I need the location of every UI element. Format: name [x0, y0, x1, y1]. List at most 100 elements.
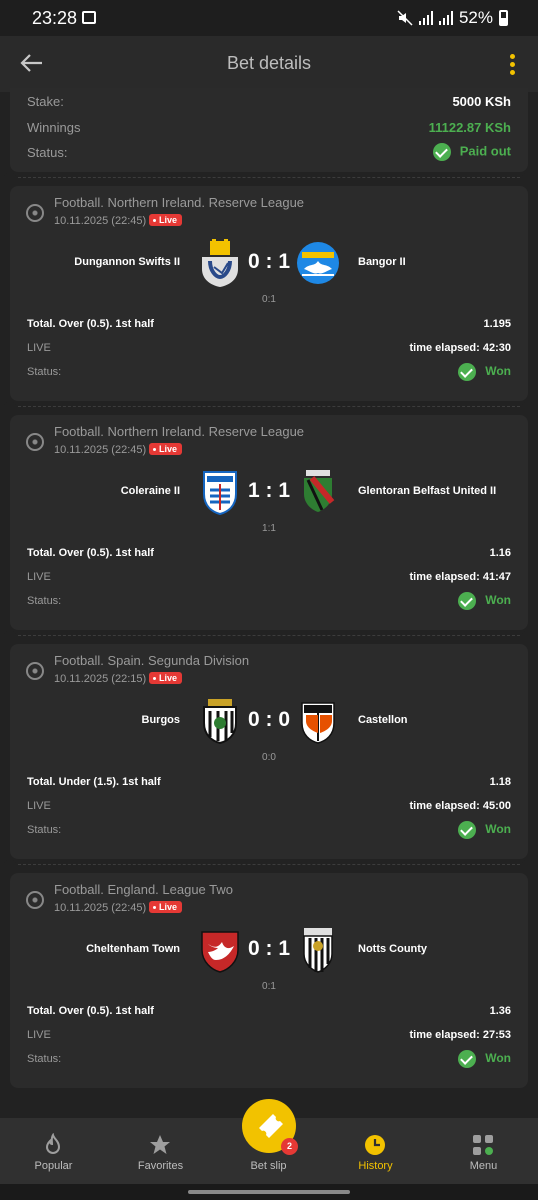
match-score: 0 : 0	[247, 708, 291, 731]
football-icon	[26, 662, 44, 680]
bet-status-text: Won	[485, 364, 511, 379]
stake-row: Stake: 5000 KSh	[27, 94, 511, 109]
clock-icon	[365, 1135, 385, 1155]
nav-menu[interactable]: Menu	[430, 1118, 537, 1184]
status-row: Status: Paid out	[27, 143, 511, 161]
nav-menu-label: Menu	[469, 1160, 498, 1172]
live-label: LIVE	[27, 1029, 51, 1041]
bet-status-text: Won	[485, 593, 511, 608]
bangor-fc-logo-icon	[297, 242, 339, 284]
away-team: Castellon	[358, 714, 408, 726]
league-name: Football. England. League Two	[54, 882, 234, 897]
bet-odds: 1.18	[489, 776, 511, 788]
check-circle-icon	[458, 592, 477, 610]
bet-status-text: Won	[485, 1051, 511, 1066]
time-elapsed: time elapsed: 27:53	[409, 1029, 512, 1041]
bet-slip-count-badge: 2	[281, 1138, 298, 1155]
winnings-row: Winnings 11122.87 KSh	[27, 120, 511, 135]
bet-status-text: Won	[485, 822, 511, 837]
bet-card: Football. Northern Ireland. Reserve Leag…	[4, 401, 534, 630]
nav-popular[interactable]: Popular	[0, 1118, 107, 1184]
dungannon-swifts-logo-icon	[202, 239, 238, 287]
check-circle-icon	[432, 143, 451, 161]
battery-icon	[499, 10, 508, 26]
bet-odds: 1.36	[489, 1005, 511, 1017]
bet-status: Won	[458, 363, 511, 381]
match-score: 0 : 1	[247, 250, 291, 273]
live-badge: Live	[149, 901, 183, 913]
bet-card: Football. Spain. Segunda Division 10.11.…	[4, 630, 534, 859]
burgos-cf-logo-icon	[203, 699, 237, 745]
bet-market: Total. Over (0.5). 1st half	[27, 547, 154, 559]
football-icon	[26, 891, 44, 909]
status-value-wrap: Paid out	[432, 143, 511, 161]
match-date: 10.11.2025 (22:45)	[54, 902, 147, 914]
bet-market: Total. Over (0.5). 1st half	[27, 1005, 154, 1017]
away-team: Glentoran Belfast United II	[358, 485, 497, 497]
match-date: 10.11.2025 (22:45)	[54, 215, 147, 227]
live-label: LIVE	[27, 342, 51, 354]
live-badge: Live	[149, 214, 183, 226]
status-label: Status:	[27, 144, 68, 160]
bet-status: Won	[458, 1050, 511, 1068]
time-elapsed: time elapsed: 41:47	[409, 571, 512, 583]
more-options-icon[interactable]	[510, 54, 516, 76]
cheltenham-town-logo-icon	[201, 931, 239, 973]
away-team: Notts County	[358, 943, 428, 955]
bet-card: Football. Northern Ireland. Reserve Leag…	[4, 172, 534, 401]
status-value: Paid out	[459, 143, 511, 159]
live-label: LIVE	[27, 800, 51, 812]
match-date: 10.11.2025 (22:15)	[54, 673, 147, 685]
nav-history-label: History	[358, 1160, 393, 1172]
home-team: Dungannon Swifts II	[74, 256, 180, 268]
home-team: Cheltenham Town	[86, 943, 180, 955]
status-label: Status:	[27, 595, 62, 607]
winnings-value: 11122.87 KSh	[428, 120, 511, 135]
status-label: Status:	[27, 1053, 62, 1065]
gesture-bar	[0, 1184, 538, 1200]
half-time-score: 1:1	[262, 523, 276, 534]
status-label: Status:	[27, 366, 62, 378]
half-time-score: 0:1	[262, 294, 276, 305]
time-elapsed: time elapsed: 42:30	[409, 342, 512, 354]
gallery-icon	[82, 11, 96, 24]
away-team: Bangor II	[358, 256, 406, 268]
nav-history[interactable]: History	[322, 1118, 429, 1184]
live-badge: Live	[149, 443, 183, 455]
signal-icon	[418, 11, 433, 25]
bet-status: Won	[458, 821, 511, 839]
bet-card: Football. England. League Two 10.11.2025…	[4, 859, 534, 1088]
league-name: Football. Northern Ireland. Reserve Leag…	[54, 195, 305, 210]
app-bar: Bet details	[0, 36, 538, 92]
nav-favorites[interactable]: Favorites	[107, 1118, 214, 1184]
match-score: 0 : 1	[247, 937, 291, 960]
match-score: 1 : 1	[247, 479, 291, 502]
status-icons: 52%	[397, 8, 508, 28]
football-icon	[26, 204, 44, 222]
home-team: Coleraine II	[120, 485, 180, 497]
star-icon	[150, 1135, 170, 1154]
half-time-score: 0:1	[262, 981, 276, 992]
football-icon	[26, 433, 44, 451]
winnings-label: Winnings	[27, 120, 81, 135]
league-name: Football. Northern Ireland. Reserve Leag…	[54, 424, 305, 439]
page-title: Bet details	[226, 53, 312, 73]
live-badge: Live	[149, 672, 183, 684]
league-name: Football. Spain. Segunda Division	[54, 653, 250, 668]
flame-icon	[45, 1133, 61, 1154]
live-label: LIVE	[27, 571, 51, 583]
signal-4g-icon	[438, 11, 453, 25]
bet-odds: 1.16	[489, 547, 511, 559]
nav-favorites-label: Favorites	[137, 1160, 184, 1172]
check-circle-icon	[458, 821, 477, 839]
match-date: 10.11.2025 (22:45)	[54, 444, 147, 456]
menu-grid-icon	[473, 1135, 493, 1155]
glentoran-logo-icon	[304, 470, 335, 512]
half-time-score: 0:0	[262, 752, 276, 763]
status-label: Status:	[27, 824, 62, 836]
system-status-bar: 23:28 52%	[0, 0, 538, 36]
coleraine-fc-logo-icon	[203, 471, 237, 516]
stake-value: 5000 KSh	[452, 94, 511, 109]
battery-percent: 52%	[458, 8, 493, 27]
notts-county-logo-icon	[303, 928, 333, 973]
